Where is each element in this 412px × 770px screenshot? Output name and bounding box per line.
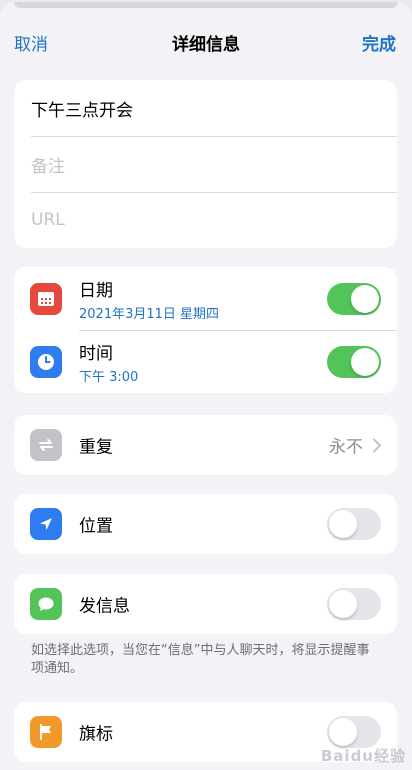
repeat-icon [30,429,62,461]
time-label: 时间 [79,343,113,364]
url-placeholder: URL [31,210,65,230]
flag-icon [30,716,62,748]
messaging-card: 发信息 [14,574,397,634]
time-text: 时间 下午 3:00 [79,339,138,385]
repeat-value: 永不 [329,437,363,458]
notes-field[interactable]: 备注 [14,136,397,192]
notes-placeholder: 备注 [31,156,65,177]
done-button[interactable]: 完成 [362,30,396,55]
calendar-icon [30,282,62,315]
reminder-details-sheet: 取消 详细信息 完成 下午三点开会 备注 URL 日期 2021年3月11日 星… [0,2,412,770]
details-card: 下午三点开会 备注 URL [14,80,397,248]
flag-toggle-knob [329,718,357,746]
location-arrow-icon [30,508,62,540]
date-toggle[interactable] [327,282,381,315]
flag-label: 旗标 [79,724,113,745]
title-field[interactable]: 下午三点开会 [14,80,397,136]
date-value[interactable]: 2021年3月11日 星期四 [79,303,219,322]
location-row[interactable]: 位置 [14,494,397,554]
chevron-right-icon [373,438,381,452]
message-bubble-icon [30,588,62,620]
watermark: Baidu经验 [320,747,406,765]
url-field[interactable]: URL [14,192,397,248]
messaging-row[interactable]: 发信息 [14,574,397,634]
time-value[interactable]: 下午 3:00 [79,366,138,385]
location-label: 位置 [79,516,113,537]
messaging-toggle[interactable] [327,588,381,620]
time-row[interactable]: 时间 下午 3:00 [14,330,397,393]
messaging-toggle-knob [329,590,357,618]
page-title: 详细信息 [172,35,240,55]
date-label: 日期 [79,280,113,301]
date-text: 日期 2021年3月11日 星期四 [79,276,219,322]
messaging-label: 发信息 [79,596,130,617]
location-card: 位置 [14,494,397,554]
date-time-card: 日期 2021年3月11日 星期四 时间 下午 3:00 [14,267,397,393]
title-field-value: 下午三点开会 [31,100,133,121]
time-toggle-knob [351,347,379,376]
navigation-bar: 取消 详细信息 完成 [0,20,412,66]
sheet-stack-edge [14,2,398,8]
messaging-footnote: 如选择此选项，当您在“信息”中与人聊天时，将显示提醒事项通知。 [31,643,370,676]
flag-toggle[interactable] [327,716,381,748]
date-toggle-knob [351,284,379,313]
repeat-row[interactable]: 重复 永不 [14,415,397,475]
repeat-label: 重复 [79,437,113,458]
repeat-value-group[interactable]: 永不 [329,433,381,458]
repeat-card: 重复 永不 [14,415,397,475]
date-row[interactable]: 日期 2021年3月11日 星期四 [14,267,397,330]
clock-icon [30,345,62,378]
location-toggle-knob [329,510,357,538]
time-toggle[interactable] [327,345,381,378]
location-toggle[interactable] [327,508,381,540]
